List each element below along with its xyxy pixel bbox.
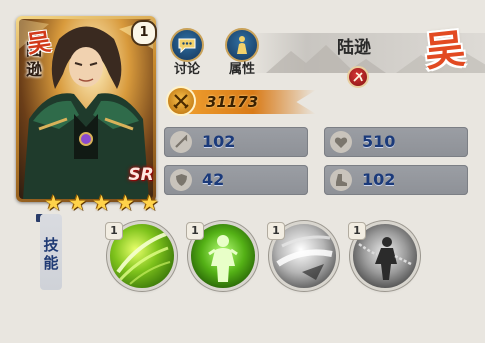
star-icon: ★ (68, 191, 87, 215)
discuss-label: 讨论 (173, 62, 200, 77)
speed-value: 102 (362, 170, 396, 189)
skills-label: 技能 (43, 236, 59, 272)
hero-level-badge: 1 (131, 20, 157, 46)
crossed-swords-icon (173, 94, 189, 109)
shield-icon (170, 169, 192, 191)
hp-value: 510 (362, 132, 396, 151)
attributes-label: 属性 (228, 62, 255, 77)
heart-icon (330, 131, 352, 153)
power-value: 31173 (206, 93, 259, 111)
faction-emblem: 吴 (422, 26, 468, 76)
sword-icon (170, 131, 192, 153)
boot-icon (330, 169, 352, 191)
star-icon: ★ (140, 191, 159, 215)
star-icon: ★ (44, 191, 63, 215)
attributes-button[interactable] (225, 28, 259, 62)
crossed-blade-icon (353, 72, 363, 82)
star-rating: ★ ★ ★ ★ ★ (42, 192, 162, 214)
attack-stat: 102 (164, 127, 308, 157)
rarity-badge: SR (128, 165, 154, 185)
attack-value: 102 (202, 132, 236, 151)
star-icon: ★ (92, 191, 111, 215)
defense-value: 42 (202, 170, 225, 189)
hero-class-icon (347, 66, 369, 88)
faction-emblem-small: 吴 (25, 27, 53, 59)
discuss-button[interactable] (170, 28, 204, 62)
skill-1-level: 1 (105, 222, 123, 240)
defense-stat: 42 (164, 165, 308, 195)
star-icon: ★ (116, 191, 135, 215)
skill-3-level: 1 (267, 222, 285, 240)
hero-name-title: 陆逊 (337, 38, 371, 58)
skill-4-level: 1 (348, 222, 366, 240)
hp-stat: 510 (324, 127, 468, 157)
power-emblem (166, 86, 196, 116)
person-silhouette-icon (237, 36, 247, 54)
skill-2-level: 1 (186, 222, 204, 240)
chat-bubble-icon (178, 38, 196, 53)
speed-stat: 102 (324, 165, 468, 195)
